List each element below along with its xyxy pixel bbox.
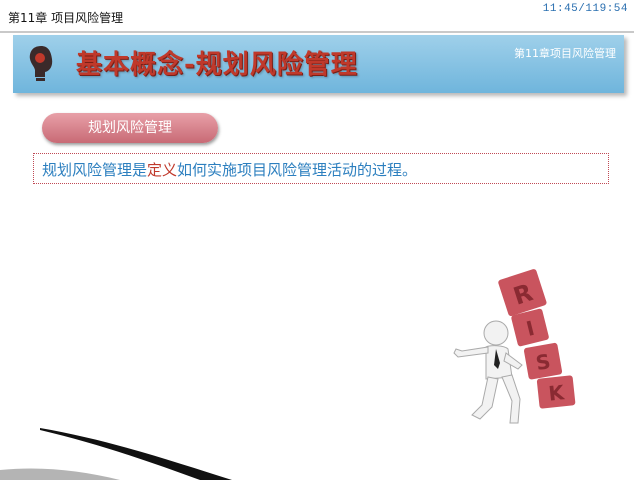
definition-text: 规划风险管理是定义如何实施项目风险管理活动的过程。 — [42, 159, 417, 180]
decorative-swoosh — [0, 428, 232, 480]
definition-after: 如何实施项目风险管理活动的过程。 — [177, 161, 418, 179]
risk-illustration: R I S K — [453, 269, 576, 424]
chapter-label: 第11章 项目风险管理 — [8, 11, 124, 25]
slide-counter: 11:45/119:54 — [542, 3, 628, 15]
bulb-head-icon — [29, 46, 53, 81]
section-heading: 规划风险管理 — [42, 113, 218, 143]
banner-chapter-label: 第11章项目风险管理 — [514, 47, 616, 60]
slide: 第11章 项目风险管理 11:45/119:54 基本概念-规划风险管理 第11… — [0, 0, 634, 480]
person-figure — [453, 320, 523, 424]
slide-title: 基本概念-规划风险管理 — [76, 50, 358, 80]
definition-highlight: 定义 — [147, 161, 178, 179]
title-banner: 基本概念-规划风险管理 第11章项目风险管理 — [13, 35, 624, 93]
definition-before: 规划风险管理是 — [42, 161, 148, 179]
top-divider — [0, 31, 634, 33]
definition-box: 规划风险管理是定义如何实施项目风险管理活动的过程。 — [33, 153, 609, 184]
